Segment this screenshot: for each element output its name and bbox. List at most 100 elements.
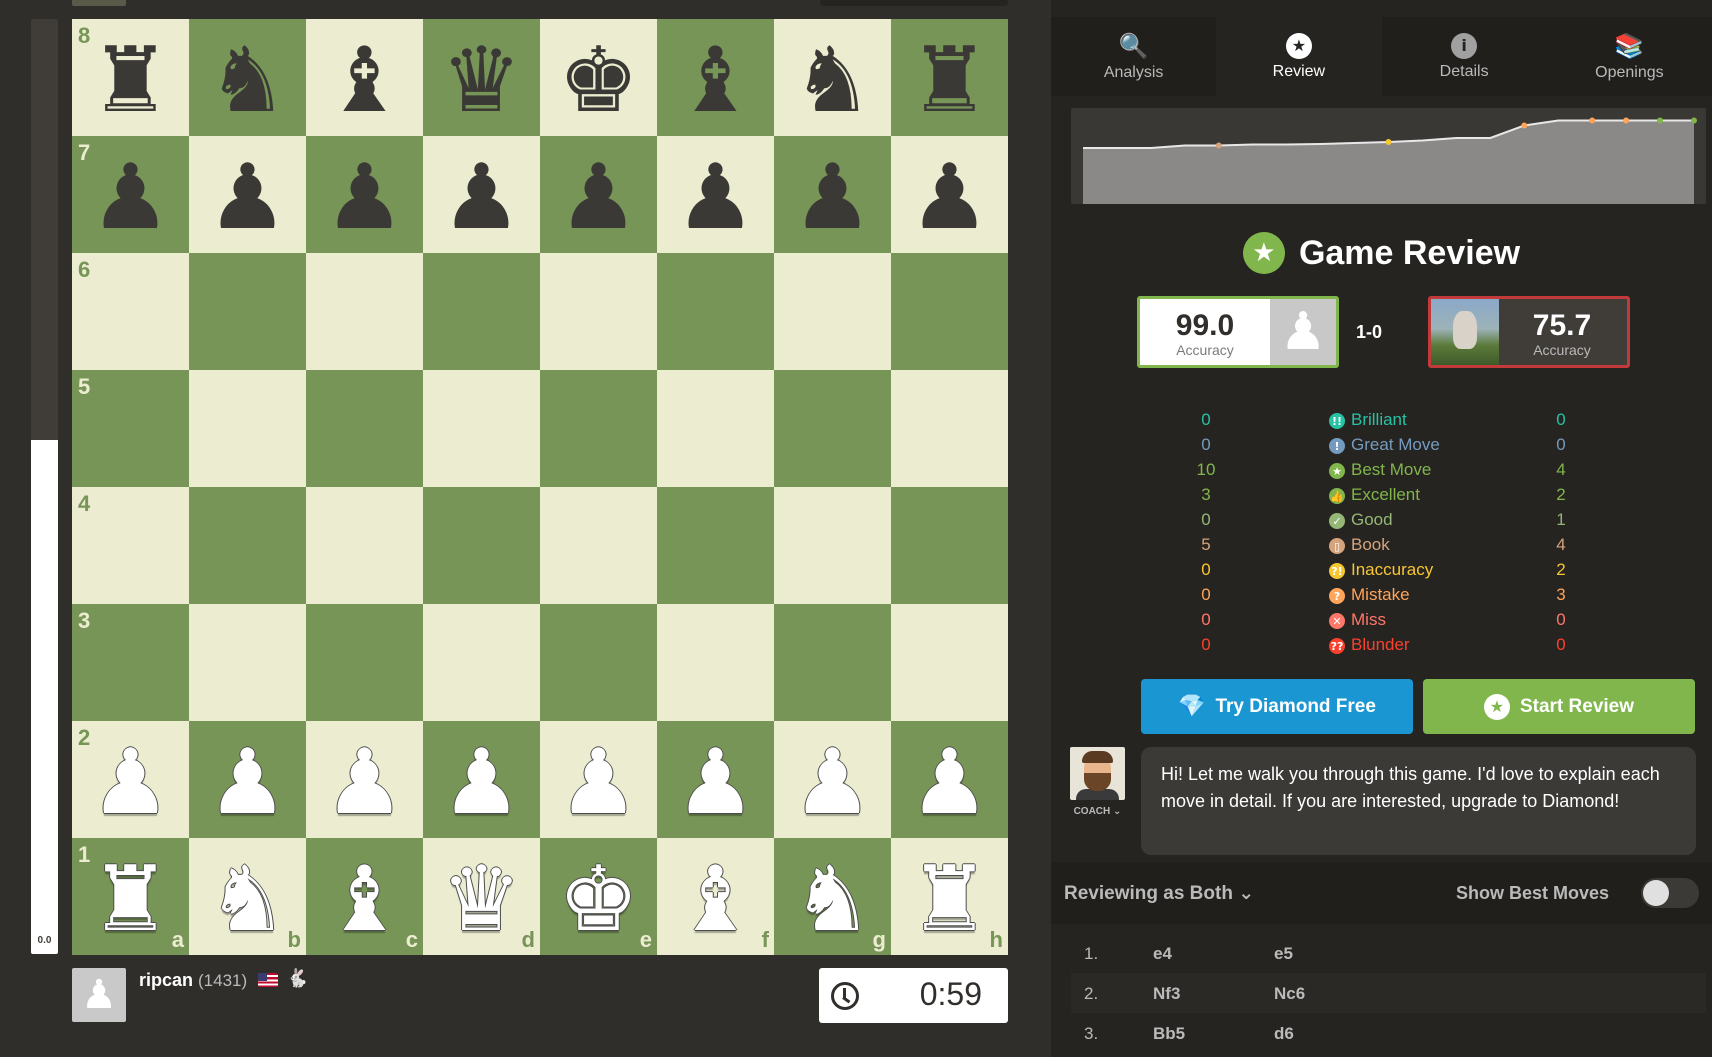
square-g1[interactable]: g ♞ — [774, 838, 891, 955]
square-h7[interactable]: ♟ — [891, 136, 1008, 253]
white-pawn-piece[interactable]: ♟ — [441, 737, 522, 828]
square-c8[interactable]: ♝ — [306, 19, 423, 136]
white-king-piece[interactable]: ♚ — [558, 854, 639, 945]
black-pawn-piece[interactable]: ♟ — [441, 152, 522, 243]
square-f8[interactable]: ♝ — [657, 19, 774, 136]
white-rook-piece[interactable]: ♜ — [909, 854, 990, 945]
black-knight-piece[interactable]: ♞ — [792, 35, 873, 126]
white-pawn-piece[interactable]: ♟ — [909, 737, 990, 828]
square-g8[interactable]: ♞ — [774, 19, 891, 136]
black-move[interactable]: e5 — [1274, 944, 1293, 964]
square-f4[interactable] — [657, 487, 774, 604]
white-knight-piece[interactable]: ♞ — [792, 854, 873, 945]
square-g5[interactable] — [774, 370, 891, 487]
black-bishop-piece[interactable]: ♝ — [675, 35, 756, 126]
white-pawn-piece[interactable]: ♟ — [90, 737, 171, 828]
square-h8[interactable]: ♜ — [891, 19, 1008, 136]
square-a3[interactable]: 3 — [72, 604, 189, 721]
eval-marker[interactable] — [1589, 117, 1596, 124]
square-e7[interactable]: ♟ — [540, 136, 657, 253]
square-c6[interactable] — [306, 253, 423, 370]
try-diamond-button[interactable]: 💎 Try Diamond Free — [1141, 679, 1413, 734]
black-king-piece[interactable]: ♚ — [558, 35, 639, 126]
square-h3[interactable] — [891, 604, 1008, 721]
square-b7[interactable]: ♟ — [189, 136, 306, 253]
white-pawn-piece[interactable]: ♟ — [207, 737, 288, 828]
square-a1[interactable]: 1 a ♜ — [72, 838, 189, 955]
tab-openings[interactable]: 📚 Openings — [1546, 17, 1712, 96]
black-queen-piece[interactable]: ♛ — [441, 35, 522, 126]
square-g2[interactable]: ♟ — [774, 721, 891, 838]
start-review-button[interactable]: ★ Start Review — [1423, 679, 1695, 734]
square-g6[interactable] — [774, 253, 891, 370]
square-b8[interactable]: ♞ — [189, 19, 306, 136]
white-rook-piece[interactable]: ♜ — [90, 854, 171, 945]
square-a4[interactable]: 4 — [72, 487, 189, 604]
white-bishop-piece[interactable]: ♝ — [675, 854, 756, 945]
tab-details[interactable]: i Details — [1381, 17, 1547, 96]
tab-analysis[interactable]: 🔍 Analysis — [1051, 17, 1217, 96]
square-d3[interactable] — [423, 604, 540, 721]
square-h2[interactable]: ♟ — [891, 721, 1008, 838]
show-best-moves-toggle[interactable] — [1641, 878, 1699, 908]
black-rook-piece[interactable]: ♜ — [90, 35, 171, 126]
square-d5[interactable] — [423, 370, 540, 487]
eval-marker[interactable] — [1215, 142, 1222, 149]
square-c7[interactable]: ♟ — [306, 136, 423, 253]
evaluation-graph[interactable] — [1071, 108, 1706, 204]
eval-marker[interactable] — [1691, 117, 1697, 124]
player-name[interactable]: ripcan — [139, 970, 193, 991]
black-pawn-piece[interactable]: ♟ — [207, 152, 288, 243]
square-a8[interactable]: 8 ♜ — [72, 19, 189, 136]
black-pawn-piece[interactable]: ♟ — [909, 152, 990, 243]
square-h4[interactable] — [891, 487, 1008, 604]
coach-dropdown[interactable]: COACH ⌄ — [1070, 806, 1125, 817]
square-c2[interactable]: ♟ — [306, 721, 423, 838]
square-a7[interactable]: 7 ♟ — [72, 136, 189, 253]
black-pawn-piece[interactable]: ♟ — [675, 152, 756, 243]
eval-marker[interactable] — [1657, 117, 1664, 124]
white-move[interactable]: Nf3 — [1153, 984, 1180, 1004]
square-e2[interactable]: ♟ — [540, 721, 657, 838]
coach-avatar[interactable] — [1070, 747, 1125, 800]
square-f3[interactable] — [657, 604, 774, 721]
white-knight-piece[interactable]: ♞ — [207, 854, 288, 945]
square-b2[interactable]: ♟ — [189, 721, 306, 838]
square-e8[interactable]: ♚ — [540, 19, 657, 136]
player-avatar[interactable]: ♟ — [72, 968, 126, 1022]
square-f5[interactable] — [657, 370, 774, 487]
chess-board[interactable]: 8 ♜ ♞ ♝ ♛ ♚ ♝ ♞ ♜ 7 ♟ ♟ ♟ ♟ ♟ ♟ ♟ ♟ 6 5 4 3 2 ♟ ♟ ♟ ♟ ♟ ♟ ♟ ♟ 1 a ♜ b ♞ c ♝ d ♛… — [72, 19, 1008, 955]
square-d8[interactable]: ♛ — [423, 19, 540, 136]
square-f7[interactable]: ♟ — [657, 136, 774, 253]
square-d6[interactable] — [423, 253, 540, 370]
square-g7[interactable]: ♟ — [774, 136, 891, 253]
white-queen-piece[interactable]: ♛ — [441, 854, 522, 945]
black-pawn-piece[interactable]: ♟ — [90, 152, 171, 243]
white-bishop-piece[interactable]: ♝ — [324, 854, 405, 945]
square-e3[interactable] — [540, 604, 657, 721]
black-rook-piece[interactable]: ♜ — [909, 35, 990, 126]
square-e5[interactable] — [540, 370, 657, 487]
square-a6[interactable]: 6 — [72, 253, 189, 370]
black-move[interactable]: Nc6 — [1274, 984, 1305, 1004]
top-player-avatar[interactable] — [72, 0, 126, 6]
square-d1[interactable]: d ♛ — [423, 838, 540, 955]
square-h1[interactable]: h ♜ — [891, 838, 1008, 955]
black-pawn-piece[interactable]: ♟ — [558, 152, 639, 243]
square-e6[interactable] — [540, 253, 657, 370]
square-b5[interactable] — [189, 370, 306, 487]
black-pawn-piece[interactable]: ♟ — [792, 152, 873, 243]
white-pawn-piece[interactable]: ♟ — [792, 737, 873, 828]
square-h5[interactable] — [891, 370, 1008, 487]
square-h6[interactable] — [891, 253, 1008, 370]
tab-review[interactable]: ★ Review — [1216, 17, 1382, 96]
eval-marker[interactable] — [1521, 122, 1528, 129]
black-move[interactable]: d6 — [1274, 1024, 1294, 1044]
eval-marker[interactable] — [1623, 117, 1630, 124]
square-d4[interactable] — [423, 487, 540, 604]
square-g3[interactable] — [774, 604, 891, 721]
eval-marker[interactable] — [1385, 139, 1392, 145]
white-move[interactable]: Bb5 — [1153, 1024, 1185, 1044]
square-c3[interactable] — [306, 604, 423, 721]
white-pawn-piece[interactable]: ♟ — [558, 737, 639, 828]
